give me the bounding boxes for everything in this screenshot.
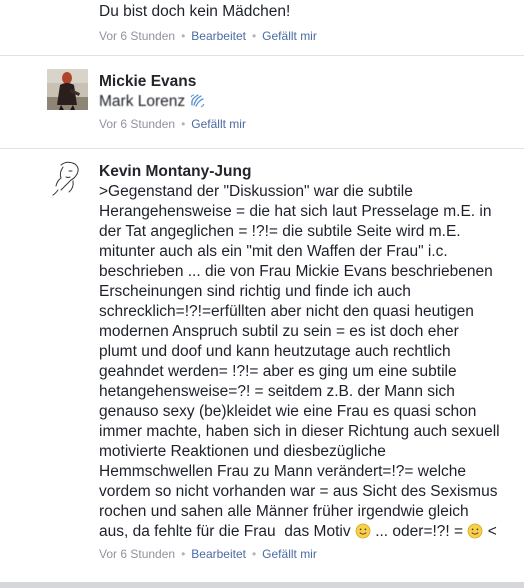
comment-time[interactable]: Vor 6 Stunden	[99, 117, 175, 131]
comment-body: Du bist doch kein Mädchen! Vor 6 Stunden…	[99, 2, 516, 44]
text-line: immer machte, haben sich in dieser Richt…	[99, 423, 500, 440]
text-line: geahndet werden= !?!= aber es ging um ei…	[99, 363, 457, 380]
comment-meta: Vor 6 Stunden • Bearbeitet • Gefällt mir	[99, 546, 516, 562]
waving-hand-icon	[191, 94, 205, 108]
text-line: vordem so nicht vorhanden war = aus Sich…	[99, 483, 498, 500]
text-line: >Gegenstand der "Diskussion" war die sub…	[99, 183, 413, 200]
mention-link[interactable]: Mark Lorenz	[99, 93, 185, 110]
comment-time[interactable]: Vor 6 Stunden	[99, 547, 175, 561]
text-line: Herangehensweise = die hat sich laut Pre…	[99, 203, 492, 220]
comment-author[interactable]: Kevin Montany-Jung	[99, 162, 516, 182]
comment-author[interactable]: Mickie Evans	[99, 72, 516, 92]
text-line: beschrieben ... die von Frau Mickie Evan…	[99, 263, 493, 280]
comment-text: >Gegenstand der "Diskussion" war die sub…	[99, 182, 516, 542]
comment-time[interactable]: Vor 6 Stunden	[99, 29, 175, 43]
text-segment: aus, da fehlte für die Frau das Motiv	[99, 523, 355, 540]
text-line: motivierte Reaktionen und diesbezügliche	[99, 443, 386, 460]
separator-dot: •	[181, 29, 186, 43]
comment-meta: Vor 6 Stunden • Bearbeitet • Gefällt mir	[99, 28, 516, 44]
comment-body: Kevin Montany-Jung >Gegenstand der "Disk…	[99, 162, 516, 562]
like-button[interactable]: Gefällt mir	[191, 117, 246, 131]
text-line: genauso sexy (be)kleidet wie eine Frau e…	[99, 403, 477, 420]
text-line: modernen Anspruch subtil zu sein = es is…	[99, 323, 459, 340]
separator-dot: •	[251, 547, 257, 561]
edited-link[interactable]: Bearbeitet	[191, 547, 246, 561]
text-line: aus, da fehlte für die Frau das Motiv ..…	[99, 522, 516, 542]
comment-divider	[0, 148, 524, 149]
text-line: hetangehensweise=?! = seitdem z.B. der M…	[99, 383, 455, 400]
comment-meta: Vor 6 Stunden • Gefällt mir	[99, 116, 516, 132]
like-button[interactable]: Gefällt mir	[262, 29, 317, 43]
like-button[interactable]: Gefällt mir	[262, 547, 317, 561]
avatar[interactable]	[47, 69, 88, 110]
text-line: der Tat angeglichen = !?!= die subtile S…	[99, 223, 461, 240]
avatar[interactable]	[47, 159, 88, 200]
separator-dot: •	[181, 547, 186, 561]
text-segment: ... oder=!?! =	[370, 523, 468, 540]
text-line: Erscheinungen sind richtig und finde ich…	[99, 283, 411, 300]
text-segment: <	[483, 523, 497, 540]
comment-text: Du bist doch kein Mädchen!	[99, 3, 291, 20]
separator-dot: •	[251, 29, 257, 43]
comment-divider	[0, 55, 524, 56]
text-line: schrecklich=!?!=erfüllten aber nicht den…	[99, 303, 474, 320]
text-line: mitunter auch als ein "mit den Waffen de…	[99, 243, 448, 260]
text-line: Hemmschwellen Frau zu Mann verändert=!?=…	[99, 463, 467, 480]
smiley-icon	[468, 523, 483, 539]
text-line: rochen und sahen alle Männer früher irge…	[99, 503, 469, 520]
comment-text: Mark Lorenz	[99, 92, 516, 112]
edited-link[interactable]: Bearbeitet	[191, 29, 246, 43]
comment-body: Mickie Evans Mark Lorenz Vor 6 Stunden • G…	[99, 72, 516, 132]
smiley-icon	[355, 523, 371, 539]
separator-dot: •	[181, 117, 186, 131]
bottom-bar	[0, 582, 524, 588]
text-line: plumt und doof und kann heutzutage auch …	[99, 343, 451, 360]
